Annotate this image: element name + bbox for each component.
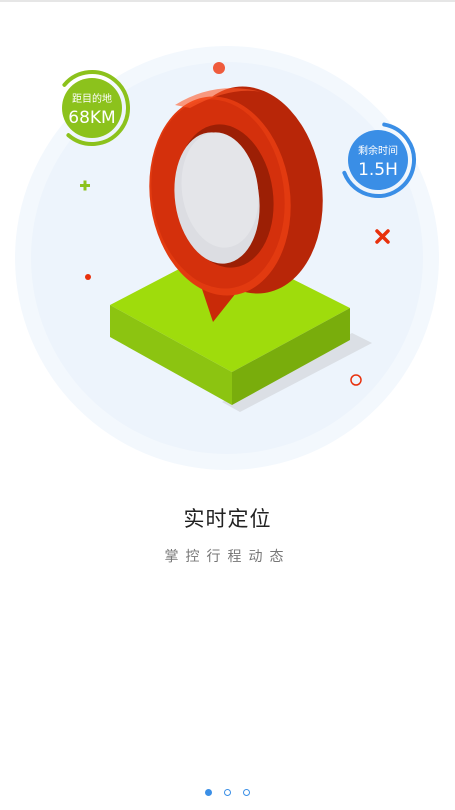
pager-dot-3[interactable] bbox=[243, 789, 250, 796]
distance-label: 距目的地 bbox=[72, 92, 112, 105]
pager-dot-1[interactable] bbox=[205, 789, 212, 796]
page-subtitle: 掌控行程动态 bbox=[164, 549, 291, 565]
page-title: 实时定位 bbox=[183, 507, 272, 531]
time-left-value: 1.5H bbox=[358, 160, 398, 180]
pager-indicator bbox=[0, 789, 455, 801]
location-illustration: 距目的地 68KM 剩余时间 1.5H bbox=[15, 46, 439, 470]
distance-value: 68KM bbox=[68, 108, 115, 128]
time-left-label: 剩余时间 bbox=[358, 144, 398, 157]
dot-icon bbox=[213, 62, 225, 74]
pager-dot-2[interactable] bbox=[224, 789, 231, 796]
dot-icon bbox=[85, 274, 91, 280]
